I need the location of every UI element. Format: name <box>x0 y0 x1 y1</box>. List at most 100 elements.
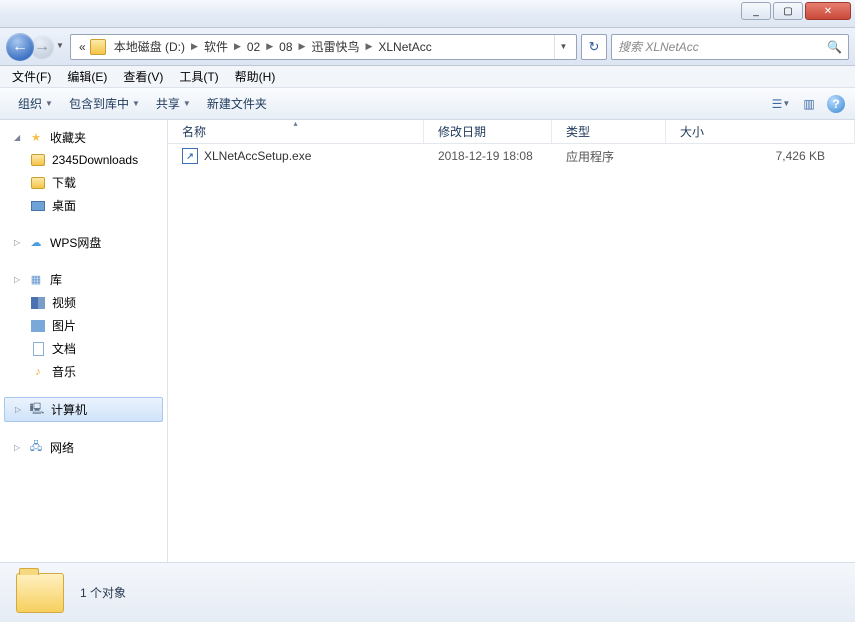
chevron-right-icon[interactable]: ▶ <box>264 41 275 52</box>
breadcrumb-overflow[interactable]: « <box>75 40 90 54</box>
file-date-cell: 2018-12-19 18:08 <box>424 149 552 163</box>
chevron-right-icon[interactable]: ▶ <box>363 41 374 52</box>
refresh-icon: ↻ <box>589 39 600 55</box>
object-count: 1 个对象 <box>80 584 126 601</box>
share-button[interactable]: 共享 ▼ <box>148 91 199 116</box>
file-list[interactable]: ↗ XLNetAccSetup.exe 2018-12-19 18:08 应用程… <box>168 144 855 562</box>
help-icon: ? <box>832 97 839 111</box>
menu-help[interactable]: 帮助(H) <box>229 66 282 87</box>
menu-view[interactable]: 查看(V) <box>117 66 169 87</box>
sidebar-item-downloads[interactable]: 下载 <box>0 171 167 194</box>
file-type-cell: 应用程序 <box>552 148 666 165</box>
close-button[interactable]: ✕ <box>805 2 851 20</box>
column-name[interactable]: ▴名称 <box>168 120 424 143</box>
minimize-button[interactable]: _ <box>741 2 771 20</box>
sidebar-item-label: 视频 <box>52 294 76 311</box>
folder-icon <box>30 152 46 168</box>
file-name: XLNetAccSetup.exe <box>204 149 311 163</box>
menu-bar: 文件(F) 编辑(E) 查看(V) 工具(T) 帮助(H) <box>0 66 855 88</box>
search-icon[interactable]: 🔍 <box>827 40 842 54</box>
sidebar-item-label: 音乐 <box>52 363 76 380</box>
menu-tools[interactable]: 工具(T) <box>173 66 224 87</box>
expand-icon: ▷ <box>15 405 23 414</box>
back-button[interactable]: ← <box>6 33 34 61</box>
file-size-cell: 7,426 KB <box>666 149 855 163</box>
nav-history-dropdown[interactable]: ▼ <box>56 41 64 50</box>
include-in-library-button[interactable]: 包含到库中 ▼ <box>61 91 148 116</box>
organize-label: 组织 <box>18 95 42 112</box>
title-bar: _ ▢ ✕ <box>0 0 855 28</box>
search-input[interactable]: 搜索 XLNetAcc 🔍 <box>611 34 849 60</box>
sidebar-item-label: 图片 <box>52 317 76 334</box>
main-area: ◢★收藏夹 2345Downloads 下载 桌面 ▷☁WPS网盘 ▷▦库 视频… <box>0 120 855 562</box>
sidebar-computer[interactable]: ▷ 🖳 计算机 <box>4 397 163 422</box>
chevron-down-icon: ▼ <box>782 99 790 108</box>
close-icon: ✕ <box>824 6 832 17</box>
refresh-button[interactable]: ↻ <box>581 34 607 60</box>
sidebar-item-desktop[interactable]: 桌面 <box>0 194 167 217</box>
sidebar: ◢★收藏夹 2345Downloads 下载 桌面 ▷☁WPS网盘 ▷▦库 视频… <box>0 120 168 562</box>
sidebar-item-2345downloads[interactable]: 2345Downloads <box>0 149 167 171</box>
menu-file[interactable]: 文件(F) <box>6 66 57 87</box>
exe-icon: ↗ <box>182 148 198 164</box>
preview-pane-button[interactable]: ▥ <box>799 94 819 114</box>
file-name-cell[interactable]: ↗ XLNetAccSetup.exe <box>168 148 424 164</box>
sidebar-item-label: 桌面 <box>52 197 76 214</box>
sidebar-item-music[interactable]: ♪音乐 <box>0 360 167 383</box>
organize-button[interactable]: 组织 ▼ <box>10 91 61 116</box>
minimize-icon: _ <box>753 6 759 17</box>
chevron-down-icon: ▼ <box>45 99 53 108</box>
chevron-down-icon: ▼ <box>183 99 191 108</box>
new-folder-button[interactable]: 新建文件夹 <box>199 91 275 116</box>
folder-large-icon <box>16 573 64 613</box>
breadcrumb-seg-1[interactable]: 软件 <box>200 38 232 55</box>
forward-arrow-icon: → <box>34 38 50 56</box>
expand-icon: ▷ <box>14 443 22 452</box>
nav-buttons: ← → ▼ <box>6 32 66 62</box>
sidebar-item-documents[interactable]: 文档 <box>0 337 167 360</box>
folder-icon <box>30 175 46 191</box>
sidebar-wps[interactable]: ▷☁WPS网盘 <box>0 231 167 254</box>
view-icon: ☰ <box>772 97 783 111</box>
sidebar-item-videos[interactable]: 视频 <box>0 291 167 314</box>
address-bar: ← → ▼ « 本地磁盘 (D:)▶ 软件▶ 02▶ 08▶ 迅雷快鸟▶ XLN… <box>0 28 855 66</box>
maximize-button[interactable]: ▢ <box>773 2 803 20</box>
sidebar-library[interactable]: ▷▦库 <box>0 268 167 291</box>
breadcrumb-seg-2[interactable]: 02 <box>243 40 264 54</box>
search-placeholder: 搜索 XLNetAcc <box>618 38 699 55</box>
sidebar-label: 计算机 <box>51 401 87 418</box>
expand-icon: ◢ <box>14 133 22 142</box>
breadcrumb-seg-4[interactable]: 迅雷快鸟 <box>307 38 363 55</box>
toolbar: 组织 ▼ 包含到库中 ▼ 共享 ▼ 新建文件夹 ☰ ▼ ▥ ? <box>0 88 855 120</box>
document-icon <box>30 341 46 357</box>
network-icon: 🖧 <box>28 440 44 456</box>
back-arrow-icon: ← <box>12 38 28 56</box>
column-type[interactable]: 类型 <box>552 120 666 143</box>
column-size[interactable]: 大小 <box>666 120 855 143</box>
sidebar-label: 收藏夹 <box>50 129 86 146</box>
expand-icon: ▷ <box>14 275 22 284</box>
sidebar-item-pictures[interactable]: 图片 <box>0 314 167 337</box>
computer-icon: 🖳 <box>29 402 45 418</box>
breadcrumb-dropdown[interactable]: ▼ <box>554 35 572 59</box>
sidebar-item-label: 下载 <box>52 174 76 191</box>
breadcrumb-seg-0[interactable]: 本地磁盘 (D:) <box>110 38 189 55</box>
video-icon <box>30 295 46 311</box>
view-options-button[interactable]: ☰ ▼ <box>771 94 791 114</box>
sidebar-favorites[interactable]: ◢★收藏夹 <box>0 126 167 149</box>
breadcrumb-seg-3[interactable]: 08 <box>275 40 296 54</box>
chevron-right-icon[interactable]: ▶ <box>232 41 243 52</box>
breadcrumb-seg-5[interactable]: XLNetAcc <box>374 40 435 54</box>
sidebar-network[interactable]: ▷🖧网络 <box>0 436 167 459</box>
sort-indicator-icon: ▴ <box>168 119 423 128</box>
menu-edit[interactable]: 编辑(E) <box>61 66 113 87</box>
help-button[interactable]: ? <box>827 95 845 113</box>
chevron-right-icon[interactable]: ▶ <box>297 41 308 52</box>
library-icon: ▦ <box>28 272 44 288</box>
chevron-right-icon[interactable]: ▶ <box>189 41 200 52</box>
folder-icon <box>90 39 106 55</box>
breadcrumb[interactable]: « 本地磁盘 (D:)▶ 软件▶ 02▶ 08▶ 迅雷快鸟▶ XLNetAcc … <box>70 34 577 60</box>
column-date[interactable]: 修改日期 <box>424 120 552 143</box>
file-row[interactable]: ↗ XLNetAccSetup.exe 2018-12-19 18:08 应用程… <box>168 144 855 168</box>
file-pane: ▴名称 修改日期 类型 大小 ↗ XLNetAccSetup.exe 2018-… <box>168 120 855 562</box>
